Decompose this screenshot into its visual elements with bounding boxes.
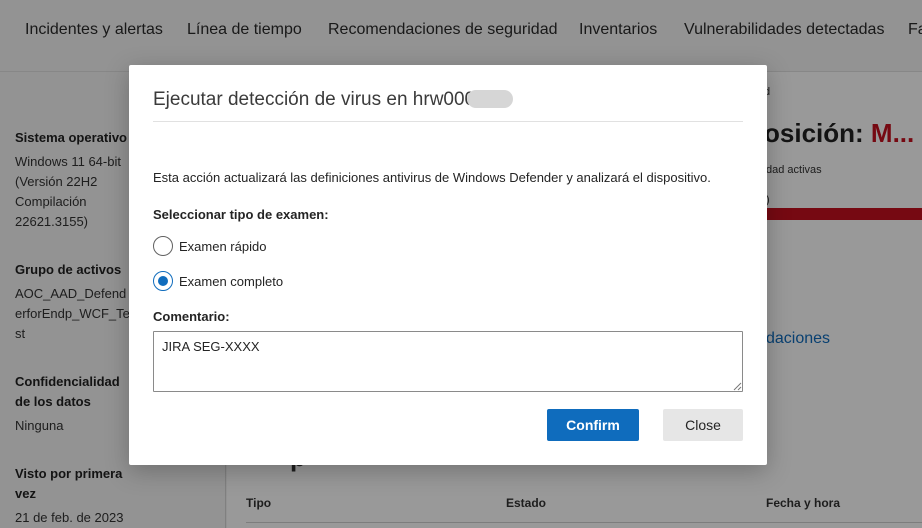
- full-scan-radio[interactable]: [153, 271, 173, 291]
- confirm-button[interactable]: Confirm: [547, 409, 639, 441]
- close-button[interactable]: Close: [663, 409, 743, 441]
- dialog-description: Esta acción actualizará las definiciones…: [153, 170, 711, 185]
- dialog-title: Ejecutar detección de virus en hrw000: [153, 89, 476, 110]
- title-divider: [153, 121, 743, 122]
- quick-scan-radio[interactable]: [153, 236, 173, 256]
- quick-scan-option[interactable]: Examen rápido: [153, 236, 266, 256]
- full-scan-label[interactable]: Examen completo: [179, 274, 283, 289]
- quick-scan-label[interactable]: Examen rápido: [179, 239, 266, 254]
- redacted-device-name: [467, 90, 513, 108]
- run-antivirus-scan-dialog: Ejecutar detección de virus en hrw000 Es…: [129, 65, 767, 465]
- full-scan-option[interactable]: Examen completo: [153, 271, 283, 291]
- resize-grip-icon[interactable]: [733, 382, 742, 391]
- scan-type-label: Seleccionar tipo de examen:: [153, 207, 329, 222]
- comment-label: Comentario:: [153, 309, 230, 324]
- comment-textarea[interactable]: JIRA SEG-XXXX: [153, 331, 743, 392]
